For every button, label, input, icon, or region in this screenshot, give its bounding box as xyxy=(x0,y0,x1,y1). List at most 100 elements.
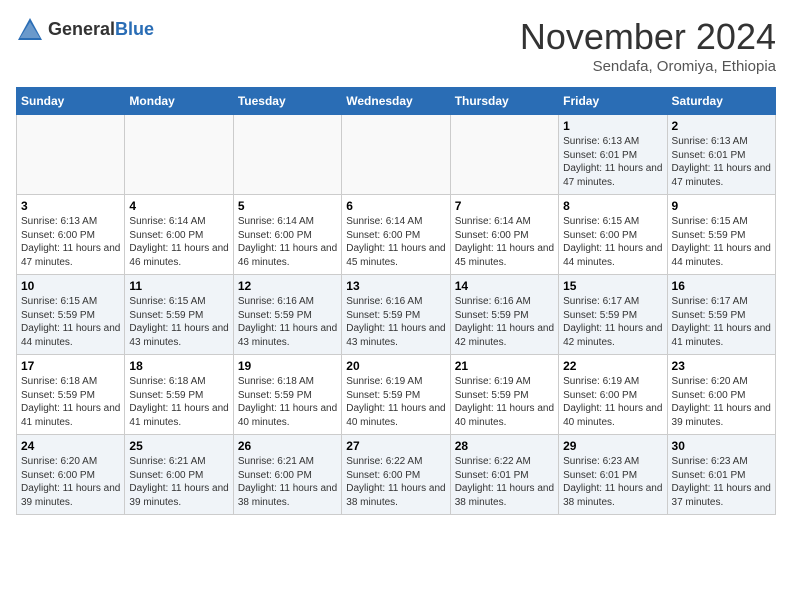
calendar-cell: 21 Sunrise: 6:19 AMSunset: 5:59 PMDayligh… xyxy=(450,355,558,435)
day-number: 6 xyxy=(346,199,445,213)
day-number: 12 xyxy=(238,279,337,293)
day-info: Sunrise: 6:13 AMSunset: 6:01 PMDaylight:… xyxy=(672,135,771,189)
header-day-friday: Friday xyxy=(559,88,667,115)
calendar-cell: 10 Sunrise: 6:15 AMSunset: 5:59 PMDayligh… xyxy=(17,275,125,355)
header-day-sunday: Sunday xyxy=(17,88,125,115)
day-info: Sunrise: 6:14 AMSunset: 6:00 PMDaylight:… xyxy=(455,215,554,269)
day-info: Sunrise: 6:18 AMSunset: 5:59 PMDaylight:… xyxy=(21,375,120,429)
logo-general-text: General xyxy=(48,20,115,40)
calendar-cell: 12Sunrise: 6:16 AMSunset: 5:59 PMDayligh… xyxy=(233,275,341,355)
day-info: Sunrise: 6:13 AMSunset: 6:01 PMDaylight:… xyxy=(563,135,662,189)
header: General Blue November 2024 Sendafa, Orom… xyxy=(16,16,776,75)
day-info: Sunrise: 6:15 AMSunset: 5:59 PMDaylight:… xyxy=(672,215,771,269)
calendar-cell: 1 Sunrise: 6:13 AMSunset: 6:01 PMDaylight… xyxy=(559,115,667,195)
week-row-0: 1 Sunrise: 6:13 AMSunset: 6:01 PMDaylight… xyxy=(17,115,776,195)
day-number: 4 xyxy=(129,199,228,213)
month-title: November 2024 xyxy=(520,16,776,58)
calendar-cell: 16Sunrise: 6:17 AMSunset: 5:59 PMDayligh… xyxy=(667,275,775,355)
header-day-monday: Monday xyxy=(125,88,233,115)
day-info: Sunrise: 6:23 AMSunset: 6:01 PMDaylight:… xyxy=(672,455,771,509)
day-info: Sunrise: 6:20 AMSunset: 6:00 PMDaylight:… xyxy=(21,455,120,509)
day-info: Sunrise: 6:19 AMSunset: 5:59 PMDaylight:… xyxy=(455,375,554,429)
calendar-cell: 26 Sunrise: 6:21 AMSunset: 6:00 PMDayligh… xyxy=(233,435,341,515)
header-day-saturday: Saturday xyxy=(667,88,775,115)
calendar-cell: 4 Sunrise: 6:14 AMSunset: 6:00 PMDaylight… xyxy=(125,195,233,275)
calendar-cell: 29 Sunrise: 6:23 AMSunset: 6:01 PMDayligh… xyxy=(559,435,667,515)
day-info: Sunrise: 6:21 AMSunset: 6:00 PMDaylight:… xyxy=(238,455,337,509)
day-number: 25 xyxy=(129,439,228,453)
calendar-cell: 8Sunrise: 6:15 AMSunset: 6:00 PMDaylight… xyxy=(559,195,667,275)
day-number: 28 xyxy=(455,439,554,453)
day-number: 1 xyxy=(563,119,662,133)
header-day-thursday: Thursday xyxy=(450,88,558,115)
calendar-cell xyxy=(125,115,233,195)
day-number: 26 xyxy=(238,439,337,453)
calendar-cell: 5Sunrise: 6:14 AMSunset: 6:00 PMDaylight… xyxy=(233,195,341,275)
calendar-cell: 25 Sunrise: 6:21 AMSunset: 6:00 PMDayligh… xyxy=(125,435,233,515)
calendar-cell xyxy=(233,115,341,195)
day-number: 29 xyxy=(563,439,662,453)
calendar-cell: 28 Sunrise: 6:22 AMSunset: 6:01 PMDayligh… xyxy=(450,435,558,515)
week-row-1: 3 Sunrise: 6:13 AMSunset: 6:00 PMDaylight… xyxy=(17,195,776,275)
calendar-cell: 23 Sunrise: 6:20 AMSunset: 6:00 PMDayligh… xyxy=(667,355,775,435)
day-info: Sunrise: 6:23 AMSunset: 6:01 PMDaylight:… xyxy=(563,455,662,509)
day-info: Sunrise: 6:19 AMSunset: 5:59 PMDaylight:… xyxy=(346,375,445,429)
day-number: 24 xyxy=(21,439,120,453)
day-number: 11 xyxy=(129,279,228,293)
header-day-tuesday: Tuesday xyxy=(233,88,341,115)
calendar-cell: 7 Sunrise: 6:14 AMSunset: 6:00 PMDaylight… xyxy=(450,195,558,275)
day-number: 30 xyxy=(672,439,771,453)
day-number: 9 xyxy=(672,199,771,213)
day-number: 23 xyxy=(672,359,771,373)
week-row-4: 24 Sunrise: 6:20 AMSunset: 6:00 PMDayligh… xyxy=(17,435,776,515)
day-number: 27 xyxy=(346,439,445,453)
day-number: 3 xyxy=(21,199,120,213)
calendar-cell: 13Sunrise: 6:16 AMSunset: 5:59 PMDayligh… xyxy=(342,275,450,355)
calendar-cell: 14 Sunrise: 6:16 AMSunset: 5:59 PMDayligh… xyxy=(450,275,558,355)
calendar-cell: 9 Sunrise: 6:15 AMSunset: 5:59 PMDaylight… xyxy=(667,195,775,275)
day-number: 13 xyxy=(346,279,445,293)
calendar-cell xyxy=(342,115,450,195)
logo: General Blue xyxy=(16,16,154,44)
day-number: 21 xyxy=(455,359,554,373)
location-subtitle: Sendafa, Oromiya, Ethiopia xyxy=(520,58,776,75)
calendar-cell: 30 Sunrise: 6:23 AMSunset: 6:01 PMDayligh… xyxy=(667,435,775,515)
day-number: 14 xyxy=(455,279,554,293)
day-info: Sunrise: 6:14 AMSunset: 6:00 PMDaylight:… xyxy=(129,215,228,269)
logo-icon xyxy=(16,16,44,44)
day-info: Sunrise: 6:16 AMSunset: 5:59 PMDaylight:… xyxy=(455,295,554,349)
day-info: Sunrise: 6:13 AMSunset: 6:00 PMDaylight:… xyxy=(21,215,120,269)
day-number: 20 xyxy=(346,359,445,373)
day-number: 7 xyxy=(455,199,554,213)
calendar-cell: 22 Sunrise: 6:19 AMSunset: 6:00 PMDayligh… xyxy=(559,355,667,435)
day-info: Sunrise: 6:15 AMSunset: 5:59 PMDaylight:… xyxy=(21,295,120,349)
calendar-cell: 11 Sunrise: 6:15 AMSunset: 5:59 PMDayligh… xyxy=(125,275,233,355)
calendar-cell: 3 Sunrise: 6:13 AMSunset: 6:00 PMDaylight… xyxy=(17,195,125,275)
calendar-cell: 17 Sunrise: 6:18 AMSunset: 5:59 PMDayligh… xyxy=(17,355,125,435)
day-info: Sunrise: 6:22 AMSunset: 6:01 PMDaylight:… xyxy=(455,455,554,509)
day-number: 22 xyxy=(563,359,662,373)
day-info: Sunrise: 6:15 AMSunset: 5:59 PMDaylight:… xyxy=(129,295,228,349)
calendar-cell xyxy=(450,115,558,195)
week-row-2: 10 Sunrise: 6:15 AMSunset: 5:59 PMDayligh… xyxy=(17,275,776,355)
day-number: 10 xyxy=(21,279,120,293)
day-info: Sunrise: 6:14 AMSunset: 6:00 PMDaylight:… xyxy=(346,215,445,269)
day-number: 15 xyxy=(563,279,662,293)
day-info: Sunrise: 6:19 AMSunset: 6:00 PMDaylight:… xyxy=(563,375,662,429)
day-info: Sunrise: 6:20 AMSunset: 6:00 PMDaylight:… xyxy=(672,375,771,429)
day-info: Sunrise: 6:21 AMSunset: 6:00 PMDaylight:… xyxy=(129,455,228,509)
day-number: 8 xyxy=(563,199,662,213)
day-number: 17 xyxy=(21,359,120,373)
calendar-header: SundayMondayTuesdayWednesdayThursdayFrid… xyxy=(17,88,776,115)
calendar-cell xyxy=(17,115,125,195)
calendar-cell: 2 Sunrise: 6:13 AMSunset: 6:01 PMDaylight… xyxy=(667,115,775,195)
header-day-wednesday: Wednesday xyxy=(342,88,450,115)
calendar-cell: 6 Sunrise: 6:14 AMSunset: 6:00 PMDaylight… xyxy=(342,195,450,275)
calendar-cell: 24 Sunrise: 6:20 AMSunset: 6:00 PMDayligh… xyxy=(17,435,125,515)
logo-blue-text: Blue xyxy=(115,20,154,40)
calendar-cell: 15Sunrise: 6:17 AMSunset: 5:59 PMDayligh… xyxy=(559,275,667,355)
day-info: Sunrise: 6:14 AMSunset: 6:00 PMDaylight:… xyxy=(238,215,337,269)
day-number: 2 xyxy=(672,119,771,133)
day-info: Sunrise: 6:18 AMSunset: 5:59 PMDaylight:… xyxy=(129,375,228,429)
calendar-body: 1 Sunrise: 6:13 AMSunset: 6:01 PMDaylight… xyxy=(17,115,776,515)
